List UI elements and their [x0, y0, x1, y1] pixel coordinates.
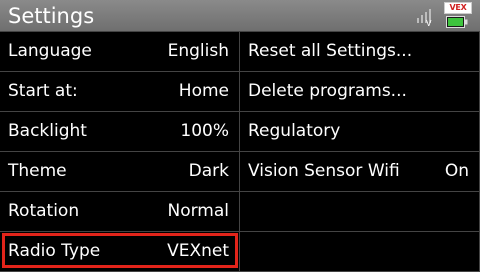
action-delete-programs[interactable]: Delete programs... [240, 72, 480, 112]
setting-vision-sensor-wifi[interactable]: Vision Sensor Wifi On [240, 152, 480, 192]
setting-language[interactable]: Language English [0, 32, 240, 72]
setting-value: VEXnet [167, 241, 229, 261]
setting-label: Language [8, 41, 92, 61]
empty-cell [240, 192, 480, 232]
setting-label: Start at: [8, 81, 78, 101]
action-reset-all-settings[interactable]: Reset all Settings... [240, 32, 480, 72]
setting-theme[interactable]: Theme Dark [0, 152, 240, 192]
setting-label: Delete programs... [248, 81, 407, 101]
setting-label: Regulatory [248, 121, 341, 141]
signal-label: V [426, 19, 432, 26]
setting-value: Dark [188, 161, 229, 181]
setting-value: English [167, 41, 229, 61]
setting-backlight[interactable]: Backlight 100% [0, 112, 240, 152]
setting-value: 100% [180, 121, 229, 141]
setting-start-at[interactable]: Start at: Home [0, 72, 240, 112]
settings-right-column: Reset all Settings... Delete programs...… [240, 32, 480, 272]
setting-value: On [444, 161, 469, 181]
setting-label: Vision Sensor Wifi [248, 161, 400, 181]
setting-value: Normal [167, 201, 229, 221]
signal-strength-icon: V [417, 9, 432, 26]
setting-label: Rotation [8, 201, 80, 221]
header-bar: Settings V VEX [0, 0, 480, 32]
setting-label: Theme [8, 161, 67, 181]
setting-label: Reset all Settings... [248, 41, 413, 61]
settings-left-column: Language English Start at: Home Backligh… [0, 32, 240, 272]
setting-regulatory[interactable]: Regulatory [240, 112, 480, 152]
setting-rotation[interactable]: Rotation Normal [0, 192, 240, 232]
empty-cell [240, 232, 480, 272]
setting-label: Radio Type [8, 241, 101, 261]
page-title: Settings [8, 4, 95, 28]
setting-value: Home [178, 81, 229, 101]
battery-icon [446, 16, 468, 28]
vex-logo: VEX [444, 2, 472, 14]
settings-screen: Settings V VEX Language English Start at… [0, 0, 480, 272]
setting-label: Backlight [8, 121, 87, 141]
setting-radio-type[interactable]: Radio Type VEXnet [0, 232, 240, 272]
